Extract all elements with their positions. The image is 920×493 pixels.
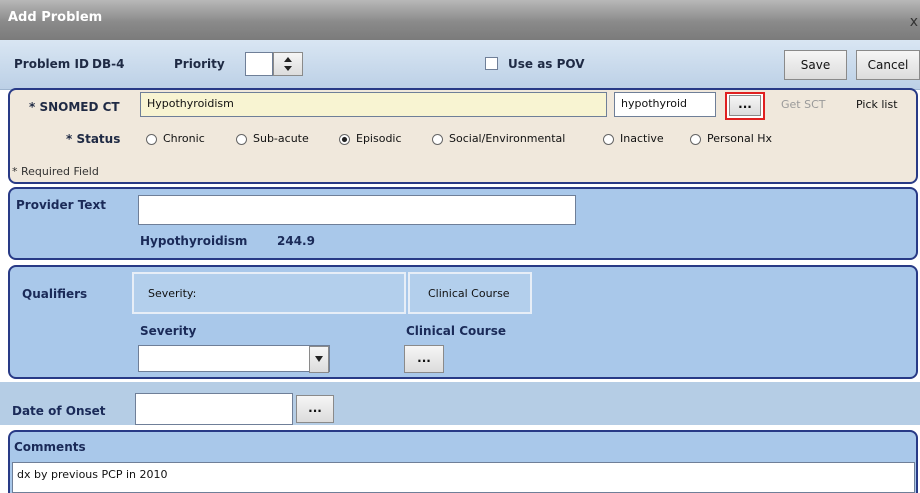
snomed-label: * SNOMED CT xyxy=(29,100,120,114)
status-option-social-environmental[interactable]: Social/Environmental xyxy=(432,132,565,145)
qualifier-tab-severity[interactable]: Severity: xyxy=(132,272,406,314)
window-title: Add Problem xyxy=(8,10,103,25)
status-option-chronic[interactable]: Chronic xyxy=(146,132,205,145)
snomed-lookup-button[interactable]: ... xyxy=(729,95,761,116)
status-option-inactive[interactable]: Inactive xyxy=(603,132,664,145)
qualifiers-label: Qualifiers xyxy=(22,287,88,301)
priority-spinner[interactable] xyxy=(273,52,303,76)
radio-icon xyxy=(603,133,614,145)
severity-select[interactable] xyxy=(138,345,330,373)
status-option-sub-acute[interactable]: Sub-acute xyxy=(236,132,309,145)
radio-icon xyxy=(690,133,701,145)
priority-label: Priority xyxy=(174,57,225,71)
close-icon[interactable]: x xyxy=(910,14,918,30)
clinical-course-label: Clinical Course xyxy=(406,324,506,338)
diagnosis-code: 244.9 xyxy=(277,234,315,248)
required-field-note: * Required Field xyxy=(12,165,99,178)
radio-icon xyxy=(146,133,157,145)
qualifier-tab-clinical-course[interactable]: Clinical Course xyxy=(408,272,532,314)
radio-icon xyxy=(236,133,247,145)
date-of-onset-input[interactable] xyxy=(135,393,293,425)
title-bar xyxy=(0,0,920,40)
date-of-onset-label: Date of Onset xyxy=(12,404,106,418)
provider-text-label: Provider Text xyxy=(16,198,106,212)
status-option-personal-hx[interactable]: Personal Hx xyxy=(690,132,772,145)
diagnosis-name: Hypothyroidism xyxy=(140,234,248,248)
snomed-search-input[interactable]: hypothyroid xyxy=(614,92,716,117)
use-as-pov-label: Use as POV xyxy=(508,57,585,71)
save-button[interactable]: Save xyxy=(784,50,847,80)
use-as-pov-checkbox[interactable] xyxy=(485,57,498,70)
clinical-course-button[interactable]: ... xyxy=(404,345,444,373)
chevron-down-icon xyxy=(315,356,323,362)
provider-text-input[interactable] xyxy=(138,195,576,225)
comments-textarea[interactable]: dx by previous PCP in 2010 xyxy=(12,462,915,493)
radio-selected-icon xyxy=(339,133,350,145)
problem-id-value: DB-4 xyxy=(92,57,125,71)
pick-list-button[interactable]: Pick list xyxy=(856,98,898,111)
get-sct-button[interactable]: Get SCT xyxy=(781,98,825,111)
comments-label: Comments xyxy=(14,440,86,454)
header-bar xyxy=(0,40,920,90)
dropdown-button[interactable] xyxy=(309,346,329,373)
severity-label: Severity xyxy=(140,324,197,338)
priority-input[interactable] xyxy=(245,52,273,76)
status-option-episodic[interactable]: Episodic xyxy=(339,132,402,145)
problem-id-label: Problem ID xyxy=(14,57,89,71)
status-label: * Status xyxy=(66,132,121,146)
cancel-button[interactable]: Cancel xyxy=(856,50,920,80)
radio-icon xyxy=(432,133,443,145)
spinner-arrows-icon xyxy=(284,57,292,71)
snomed-input[interactable]: Hypothyroidism xyxy=(140,92,607,117)
date-picker-button[interactable]: ... xyxy=(296,395,334,423)
